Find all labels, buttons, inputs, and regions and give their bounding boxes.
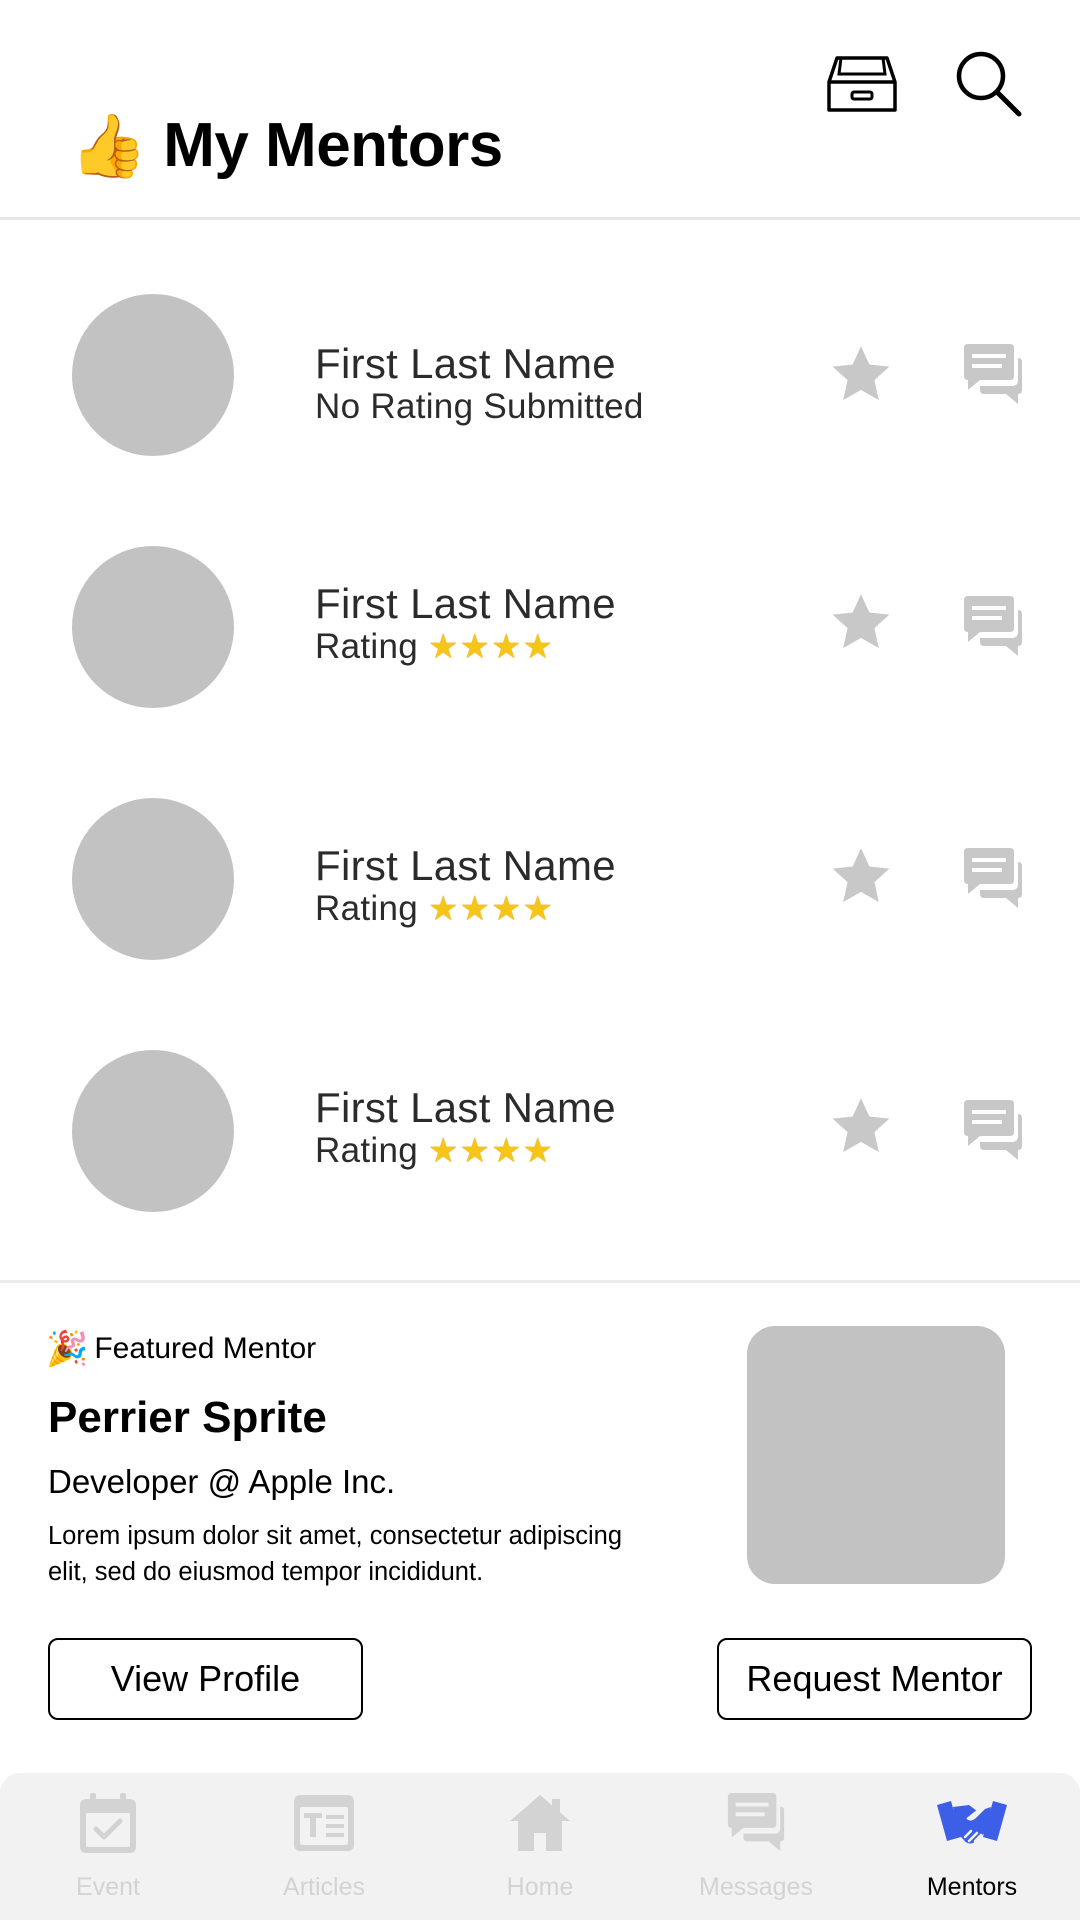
nav-item-messages[interactable]: Messages	[648, 1773, 864, 1920]
mentor-rating: Rating ★★★★	[315, 1130, 795, 1172]
mentor-name: First Last Name	[315, 1084, 616, 1131]
mentor-row[interactable]: First Last Name No Rating Submitted	[0, 294, 1080, 494]
message-button[interactable]	[960, 846, 1026, 912]
message-button[interactable]	[960, 342, 1026, 408]
party-popper-icon: 🎉	[46, 1329, 89, 1369]
mentor-name: First Last Name	[315, 580, 616, 627]
featured-name: Perrier Sprite	[48, 1393, 327, 1442]
bottom-nav: Event Articles Home Messages Mentors	[0, 1773, 1080, 1920]
nav-label: Articles	[283, 1873, 365, 1901]
avatar[interactable]	[72, 1050, 234, 1212]
messages-icon	[727, 1792, 785, 1852]
nav-label: Mentors	[926, 1873, 1018, 1901]
nav-label: Event	[76, 1873, 140, 1901]
app-header: 👍 My Mentors	[0, 0, 1080, 220]
mentor-list: First Last Name No Rating Submitted Firs…	[0, 220, 1080, 1280]
rating-label: Rating	[315, 627, 418, 667]
message-button[interactable]	[960, 1098, 1026, 1164]
mentor-info: First Last Name Rating ★★★★	[315, 842, 795, 930]
title-wrap: 👍 My Mentors	[70, 110, 503, 181]
star-icon	[832, 1098, 890, 1153]
star-icon	[832, 848, 890, 903]
message-button[interactable]	[960, 594, 1026, 660]
thumbs-up-icon: 👍	[70, 108, 148, 182]
home-icon	[510, 1795, 570, 1851]
mentor-rating: Rating ★★★★	[315, 888, 795, 930]
search-button[interactable]	[953, 48, 1023, 118]
chat-bubbles-icon	[964, 344, 1022, 404]
rating-stars: ★★★★	[428, 627, 554, 668]
mentor-info: First Last Name Rating ★★★★	[315, 1084, 795, 1172]
chat-bubbles-icon	[964, 1100, 1022, 1160]
mentor-row[interactable]: First Last Name Rating ★★★★	[0, 798, 1080, 998]
mentor-rating: Rating ★★★★	[315, 626, 795, 668]
mentor-rating: No Rating Submitted	[315, 386, 795, 428]
rating-label: Rating	[315, 889, 418, 929]
mentor-info: First Last Name Rating ★★★★	[315, 580, 795, 668]
calendar-check-icon	[80, 1793, 136, 1853]
rating-stars: ★★★★	[428, 889, 554, 930]
rating-stars: ★★★★	[428, 1131, 554, 1172]
featured-role: Developer @ Apple Inc.	[48, 1463, 396, 1500]
favorite-button[interactable]	[828, 846, 894, 908]
rating-label: No Rating Submitted	[315, 387, 644, 427]
view-profile-button[interactable]: View Profile	[48, 1638, 363, 1720]
star-icon	[832, 346, 890, 401]
nav-label: Home	[506, 1873, 574, 1901]
mentor-name: First Last Name	[315, 340, 616, 387]
handshake-icon	[937, 1801, 1007, 1844]
mentor-info: First Last Name No Rating Submitted	[315, 340, 795, 428]
request-mentor-button[interactable]: Request Mentor	[717, 1638, 1032, 1720]
nav-item-home[interactable]: Home	[432, 1773, 648, 1920]
avatar[interactable]	[72, 294, 234, 456]
avatar[interactable]	[72, 546, 234, 708]
featured-description: Lorem ipsum dolor sit amet, consectetur …	[48, 1522, 623, 1586]
page-title: My Mentors	[163, 111, 503, 180]
search-icon	[956, 51, 1022, 117]
featured-tag: 🎉 Featured Mentor	[46, 1329, 316, 1369]
mentor-row[interactable]: First Last Name Rating ★★★★	[0, 1050, 1080, 1250]
favorite-button[interactable]	[828, 344, 894, 406]
nav-item-event[interactable]: Event	[0, 1773, 216, 1920]
avatar[interactable]	[72, 798, 234, 960]
chat-bubbles-icon	[964, 596, 1022, 656]
favorite-button[interactable]	[828, 592, 894, 654]
favorite-button[interactable]	[828, 1096, 894, 1158]
star-icon	[832, 594, 890, 649]
mentor-name: First Last Name	[315, 842, 616, 889]
featured-mentor-card: 🎉 Featured Mentor Perrier Sprite Develop…	[0, 1283, 1080, 1773]
inbox-icon	[827, 56, 897, 112]
article-icon	[294, 1795, 354, 1851]
nav-item-mentors[interactable]: Mentors	[864, 1773, 1080, 1920]
rating-label: Rating	[315, 1131, 418, 1171]
featured-label: Featured Mentor	[94, 1332, 317, 1365]
nav-label: Messages	[699, 1873, 813, 1901]
nav-item-articles[interactable]: Articles	[216, 1773, 432, 1920]
inbox-button[interactable]	[825, 52, 899, 116]
chat-bubbles-icon	[964, 848, 1022, 908]
featured-photo	[747, 1326, 1005, 1584]
mentor-row[interactable]: First Last Name Rating ★★★★	[0, 546, 1080, 746]
